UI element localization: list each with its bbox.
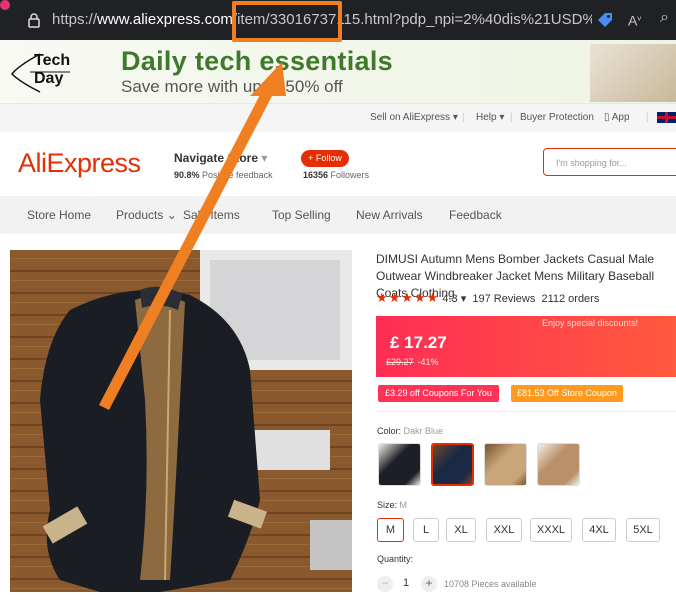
url-prefix: https:// — [52, 11, 98, 28]
nav-top-selling[interactable]: Top Selling — [272, 208, 331, 222]
divider: | — [462, 112, 465, 123]
read-aloud-icon[interactable]: Aᵥ — [628, 10, 641, 29]
tech-day-banner[interactable]: Tech Day Daily tech essentials Save more… — [0, 40, 676, 104]
sell-link-label: Sell on AliExpress — [370, 112, 451, 123]
nav-new-arrivals[interactable]: New Arrivals — [356, 208, 423, 222]
banner-image — [590, 44, 676, 102]
tech-day-line1: Tech — [34, 52, 71, 69]
chevron-down-icon: ⌄ — [166, 208, 177, 222]
store-coupon-button[interactable]: £81.53 Off Store Coupon — [511, 385, 623, 402]
nav-products-label: Products — [116, 208, 164, 222]
nav-store-home[interactable]: Store Home — [27, 208, 91, 222]
size-option-xl[interactable]: XL — [446, 518, 476, 542]
app-link-label: App — [611, 112, 630, 123]
help-link-label: Help — [476, 112, 497, 123]
nav-sale-items[interactable]: Sale Items — [183, 208, 240, 222]
product-image[interactable] — [10, 250, 352, 592]
color-swatch[interactable] — [484, 443, 527, 486]
feedback-text: Positive feedback — [202, 170, 273, 180]
zoom-icon[interactable]: ⌕ — [660, 9, 669, 27]
size-option-4xl[interactable]: 4XL — [582, 518, 616, 542]
tech-day-logo: Tech Day — [10, 46, 80, 96]
color-swatch-selected[interactable] — [431, 443, 474, 486]
nav-products[interactable]: Products ⌄ — [116, 208, 177, 222]
old-price: £29.27 — [386, 357, 414, 367]
annotation-highlight-box — [232, 1, 342, 42]
pieces-available: 10708 Pieces available — [444, 579, 537, 589]
size-label: Size: M — [377, 500, 407, 510]
banner-title: Daily tech essentials — [121, 46, 393, 76]
lock-icon[interactable] — [26, 12, 42, 28]
phone-icon: ▯ — [604, 112, 610, 123]
size-option-l[interactable]: L — [413, 518, 439, 542]
search-input[interactable]: I'm shopping for... — [543, 148, 676, 176]
tech-day-line2: Day — [34, 70, 64, 87]
sell-on-aliexpress-link[interactable]: Sell on AliExpress ▾ — [370, 112, 458, 123]
reviews-link[interactable]: 197 Reviews — [472, 293, 535, 305]
nav-feedback[interactable]: Feedback — [449, 208, 502, 222]
follow-button[interactable]: + Follow — [301, 150, 349, 167]
recording-dot — [0, 0, 10, 10]
divider: | — [510, 112, 513, 123]
color-swatch[interactable] — [537, 443, 580, 486]
old-price-row: £29.27 -41% — [386, 357, 439, 367]
color-value: Dakr Blue — [403, 426, 444, 436]
url-host: www.aliexpress.com — [97, 11, 233, 28]
size-option-5xl[interactable]: 5XL — [626, 518, 660, 542]
tag-icon[interactable] — [596, 11, 614, 29]
store-feedback: 90.8% Positive feedback — [174, 170, 273, 180]
followers: 16356 Followers — [303, 170, 369, 180]
discount-pct: -41% — [417, 357, 439, 367]
orders-count: 2112 orders — [541, 293, 600, 305]
followers-count: 16356 — [303, 170, 329, 180]
rating-value: 4.3 — [442, 293, 458, 305]
quantity-label: Quantity: — [377, 554, 414, 564]
buyer-protection-link[interactable]: Buyer Protection — [520, 112, 594, 123]
app-link[interactable]: ▯ App — [604, 112, 630, 123]
uk-flag-icon[interactable] — [657, 112, 676, 123]
quantity-decrease-button[interactable]: − — [377, 576, 393, 592]
star-rating-icon: ★★★★★ — [376, 290, 440, 305]
keyboard-shape — [250, 430, 330, 470]
store-nav: Store Home Products ⌄ Sale Items Top Sel… — [0, 196, 676, 234]
aliexpress-logo[interactable]: AliExpress — [18, 148, 141, 179]
color-swatch[interactable] — [378, 443, 421, 486]
price-box: Enjoy special discounts! £ 17.27 £29.27-… — [376, 316, 676, 377]
feedback-pct: 90.8% — [174, 170, 200, 180]
size-value: M — [399, 500, 408, 510]
help-link[interactable]: Help ▾ — [476, 112, 504, 123]
quantity-increase-button[interactable]: + — [421, 576, 437, 592]
followers-text: Followers — [330, 170, 370, 180]
divider: | — [646, 112, 649, 123]
coupon-button[interactable]: £3.29 off Coupons For You — [378, 385, 499, 402]
banner-subtitle: Save more with up to 50% off — [121, 77, 343, 96]
quantity-value[interactable]: 1 — [403, 577, 409, 589]
product-rating: ★★★★★ 4.3 ▾ 197 Reviews 2112 orders — [376, 290, 600, 305]
enjoy-discounts: Enjoy special discounts! — [541, 318, 638, 328]
top-links-bar: Sell on AliExpress ▾ | Help ▾ | Buyer Pr… — [0, 104, 676, 132]
color-label: Color: Dakr Blue — [377, 426, 443, 436]
current-price: £ 17.27 — [390, 333, 447, 352]
divider — [376, 411, 676, 412]
size-option-xxxl[interactable]: XXXL — [530, 518, 572, 542]
store-name-text: Navigate Store — [174, 151, 259, 165]
chevron-down-icon: ▾ — [261, 151, 268, 165]
size-label-text: Size: — [377, 500, 398, 510]
size-option-m[interactable]: M — [377, 518, 404, 542]
size-option-xxl[interactable]: XXL — [486, 518, 522, 542]
store-name[interactable]: Navigate Store ▾ — [174, 151, 267, 165]
color-label-text: Color: — [377, 426, 402, 436]
